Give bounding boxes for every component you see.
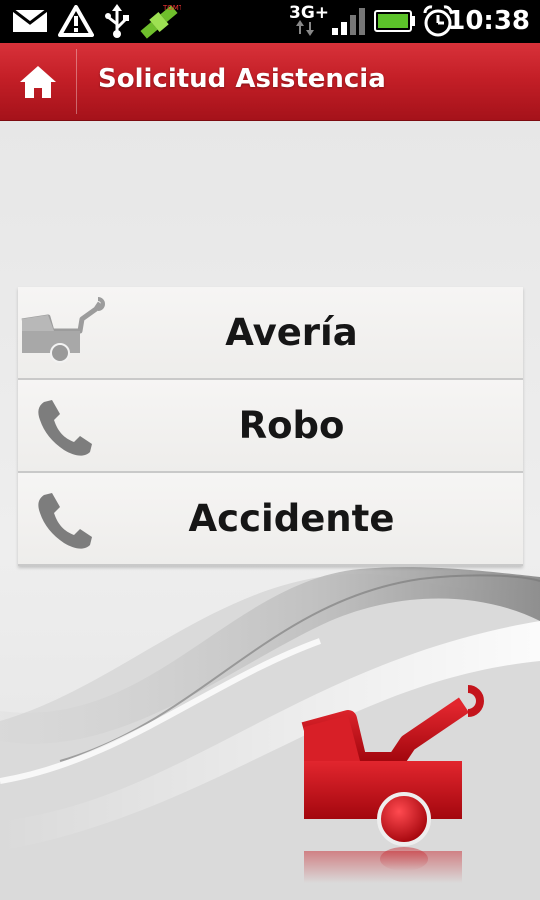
signal-icon xyxy=(332,8,365,35)
page-title: Solicitud Asistencia xyxy=(98,64,386,94)
menu-item-robo[interactable]: Robo xyxy=(18,380,523,473)
menu-item-label: Robo xyxy=(238,404,345,447)
assistance-menu: Avería Robo Accidente xyxy=(18,287,523,566)
usb-icon xyxy=(105,4,129,38)
menu-item-accidente[interactable]: Accidente xyxy=(18,473,523,566)
menu-item-label: Avería xyxy=(225,311,358,354)
status-bar: TOMTOM 3G+ 10:38 xyxy=(0,0,540,43)
gps-satellite-icon: TOMTOM xyxy=(140,4,181,39)
tow-truck-logo xyxy=(301,685,484,883)
title-separator xyxy=(76,49,77,114)
tow-truck-icon xyxy=(18,287,110,378)
warning-icon xyxy=(58,5,94,37)
home-button[interactable] xyxy=(0,43,76,120)
home-icon xyxy=(20,65,56,98)
mail-icon xyxy=(12,9,48,32)
battery-icon xyxy=(374,10,415,32)
svg-text:TOMTOM: TOMTOM xyxy=(162,4,181,12)
title-bar: Solicitud Asistencia xyxy=(0,43,540,121)
menu-item-averia[interactable]: Avería xyxy=(18,287,523,380)
menu-item-label: Accidente xyxy=(188,497,395,540)
data-arrows-icon xyxy=(296,20,314,36)
phone-icon xyxy=(18,380,110,471)
phone-icon xyxy=(18,473,110,564)
clock: 10:38 xyxy=(447,6,530,36)
